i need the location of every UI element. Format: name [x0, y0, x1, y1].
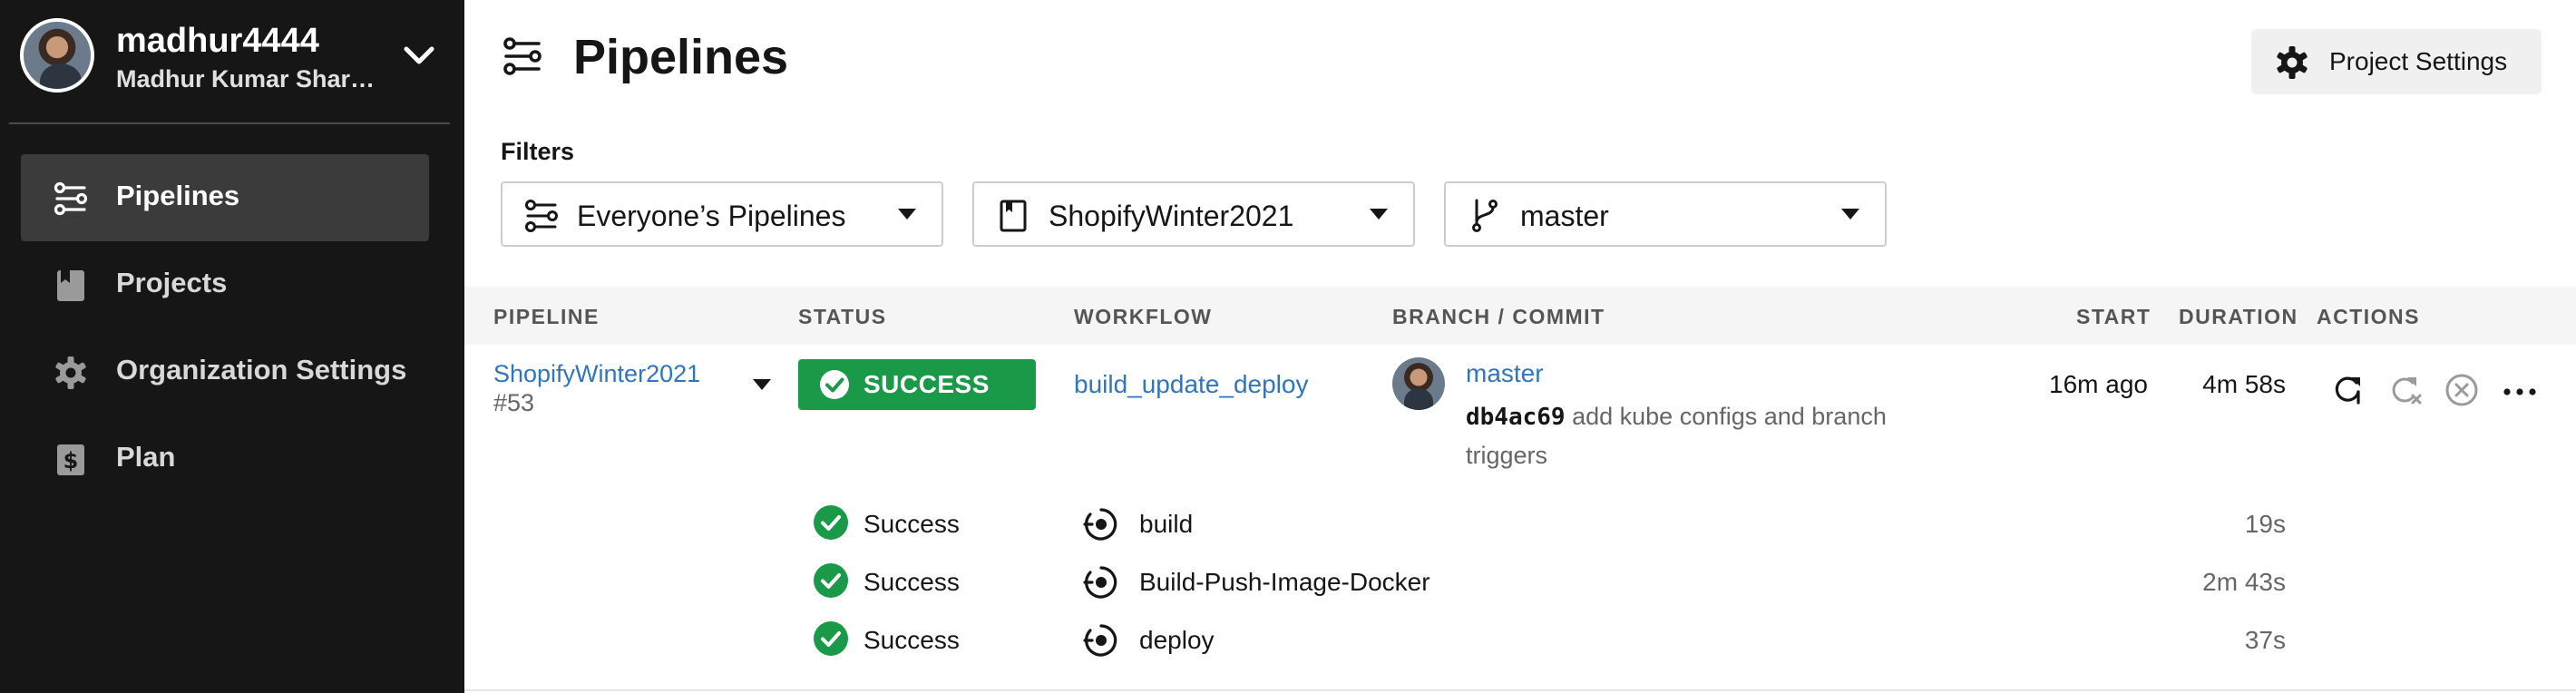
job-duration: 19s — [2244, 510, 2286, 538]
book-icon — [57, 270, 84, 301]
chevron-down-icon[interactable] — [399, 40, 439, 73]
column-header-workflow: WORKFLOW — [1074, 305, 1213, 328]
page-title: Pipelines — [573, 30, 789, 84]
status-label: SUCCESS — [864, 370, 990, 398]
book-icon — [1000, 200, 1027, 232]
pipeline-number: #53 — [493, 389, 535, 416]
pipeline-name[interactable]: ShopifyWinter2021 — [493, 360, 700, 387]
job-row[interactable]: Success build 19s — [464, 495, 2576, 550]
sidebar-item-organization-settings[interactable]: Organization Settings — [21, 328, 429, 415]
user-full-name: Madhur Kumar Shar… — [116, 65, 376, 93]
table-header: PIPELINE STATUS WORKFLOW BRANCH / COMMIT… — [464, 287, 2576, 345]
commit-author-avatar — [1392, 357, 1445, 410]
gear-icon — [2277, 46, 2308, 79]
pipelines-filter-select[interactable]: Everyone’s Pipelines — [501, 181, 943, 247]
user-menu[interactable]: madhur4444 Madhur Kumar Shar… — [20, 18, 446, 93]
sidebar-item-projects[interactable]: Projects — [21, 241, 429, 328]
sidebar-item-label: Organization Settings — [116, 354, 407, 386]
check-circle-icon — [814, 621, 848, 656]
column-header-status: STATUS — [798, 305, 887, 328]
user-avatar — [20, 18, 94, 93]
job-icon — [1083, 624, 1117, 657]
job-name[interactable]: deploy — [1139, 626, 1215, 655]
project-filter-value: ShopifyWinter2021 — [1049, 200, 1294, 232]
sidebar-divider — [9, 122, 450, 124]
commit-hash[interactable]: db4ac69 — [1466, 404, 1566, 431]
commit-info: db4ac69 add kube configs and branch trig… — [1466, 397, 1956, 474]
filters-label: Filters — [501, 138, 575, 165]
pipelines-icon — [54, 181, 88, 216]
sidebar-item-label: Projects — [116, 267, 228, 298]
git-branch-icon — [1472, 199, 1498, 232]
sidebar-item-label: Pipelines — [116, 180, 240, 211]
gear-icon — [55, 356, 86, 389]
username: madhur4444 — [116, 22, 319, 60]
check-circle-icon — [814, 505, 848, 540]
job-status: Success — [864, 568, 960, 596]
sidebar-item-pipelines[interactable]: Pipelines — [21, 154, 429, 241]
column-header-start: START — [2076, 305, 2152, 328]
project-settings-label: Project Settings — [2329, 47, 2508, 75]
pipeline-link[interactable]: ShopifyWinter2021 #53 — [493, 359, 720, 417]
pipelines-icon — [525, 200, 558, 232]
project-filter-select[interactable]: ShopifyWinter2021 — [972, 181, 1415, 247]
job-row[interactable]: Success deploy 37s — [464, 611, 2576, 666]
branch-filter-select[interactable]: master — [1444, 181, 1887, 247]
table-bottom-divider — [464, 689, 2576, 691]
sidebar-item-label: Plan — [116, 441, 176, 473]
check-circle-icon — [820, 370, 849, 399]
cancel-icon[interactable] — [2444, 372, 2480, 408]
caret-down-icon — [1370, 209, 1388, 220]
status-badge: SUCCESS — [798, 359, 1036, 410]
rerun-icon[interactable] — [2329, 372, 2366, 408]
svg-text:$: $ — [63, 448, 79, 473]
job-name[interactable]: Build-Push-Image-Docker — [1139, 568, 1430, 597]
job-icon — [1083, 508, 1117, 541]
job-duration: 2m 43s — [2202, 568, 2286, 596]
column-header-duration: DURATION — [2179, 305, 2298, 328]
main-content: Pipelines Project Settings Filters Every… — [464, 0, 2576, 693]
job-icon — [1083, 566, 1117, 599]
sidebar: madhur4444 Madhur Kumar Shar… Pipelines … — [0, 0, 464, 693]
more-options-icon[interactable] — [2502, 372, 2538, 408]
caret-down-icon — [1841, 209, 1859, 220]
check-circle-icon — [814, 563, 848, 598]
branch-filter-value: master — [1520, 200, 1609, 232]
pipelines-filter-value: Everyone’s Pipelines — [577, 200, 846, 232]
rerun-failed-icon[interactable] — [2387, 372, 2424, 408]
job-duration: 37s — [2244, 626, 2286, 654]
pipeline-duration: 4m 58s — [2202, 370, 2286, 398]
workflow-link[interactable]: build_update_deploy — [1074, 370, 1308, 399]
caret-down-icon — [898, 209, 916, 220]
sidebar-item-plan[interactable]: $ Plan — [21, 415, 429, 503]
caret-down-icon[interactable] — [753, 379, 771, 392]
job-row[interactable]: Success Build-Push-Image-Docker 2m 43s — [464, 553, 2576, 608]
job-status: Success — [864, 626, 960, 654]
column-header-branch-commit: BRANCH / COMMIT — [1392, 305, 1605, 328]
branch-link[interactable]: master — [1466, 359, 1544, 388]
pipeline-start-time: 16m ago — [2049, 370, 2148, 398]
dollar-plan-icon: $ — [57, 444, 84, 475]
job-status: Success — [864, 510, 960, 538]
project-settings-button[interactable]: Project Settings — [2251, 29, 2542, 94]
column-header-actions: ACTIONS — [2317, 305, 2420, 328]
job-name[interactable]: build — [1139, 510, 1193, 539]
column-header-pipeline: PIPELINE — [493, 305, 600, 328]
pipelines-icon — [503, 37, 542, 75]
